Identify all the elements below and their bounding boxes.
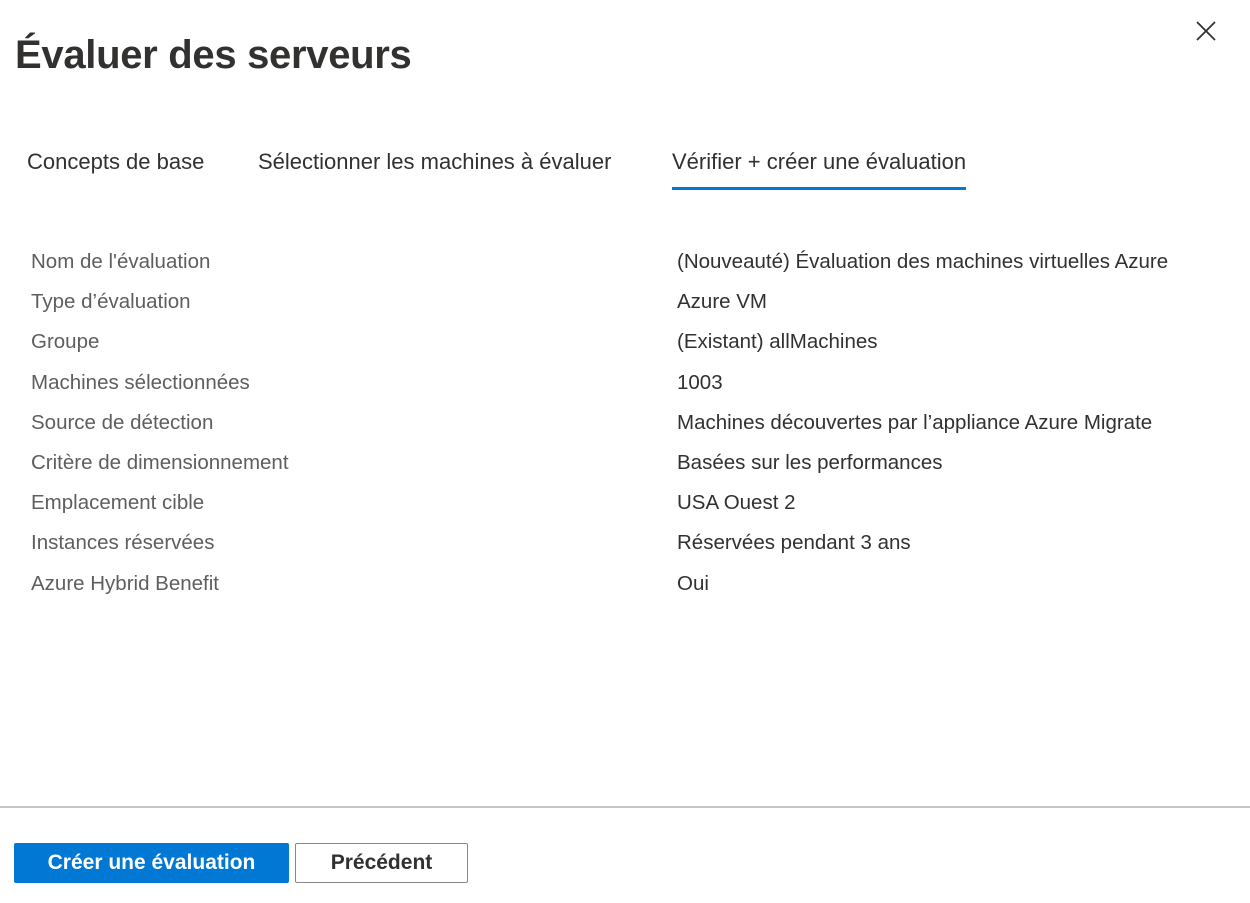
summary-value: (Existant) allMachines xyxy=(677,330,878,354)
summary-value: USA Ouest 2 xyxy=(677,491,796,515)
summary-label: Azure Hybrid Benefit xyxy=(31,571,220,595)
summary-value: Oui xyxy=(677,571,709,595)
tab-verifier-creer[interactable]: Vérifier + créer une évaluation xyxy=(672,146,967,190)
tab-selectionner-machines[interactable]: Sélectionner les machines à évaluer xyxy=(258,146,611,178)
summary-value: Azure VM xyxy=(677,290,767,314)
summary-row: Nom de l'évaluation (Nouveauté) Évaluati… xyxy=(31,245,1231,285)
summary-value: Machines découvertes par l’appliance Azu… xyxy=(677,410,1153,434)
summary-value: (Nouveauté) Évaluation des machines virt… xyxy=(677,250,1169,273)
summary-value: Basées sur les performances xyxy=(677,450,943,474)
summary-label: Groupe xyxy=(31,330,100,354)
summary-row: Source de détection Machines découvertes… xyxy=(31,406,1231,446)
create-assessment-button[interactable]: Créer une évaluation xyxy=(14,843,289,883)
summary-row: Type d’évaluation Azure VM xyxy=(31,285,1231,325)
summary-row: Machines sélectionnées 1003 xyxy=(31,366,1231,406)
summary-row: Groupe (Existant) allMachines xyxy=(31,325,1231,365)
summary-label: Source de détection xyxy=(31,410,214,434)
summary-value: Réservées pendant 3 ans xyxy=(677,531,911,555)
summary-row: Emplacement cible USA Ouest 2 xyxy=(31,486,1231,526)
summary-label: Emplacement cible xyxy=(31,491,205,515)
page-title: Évaluer des serveurs xyxy=(15,32,412,77)
tab-concepts-de-base[interactable]: Concepts de base xyxy=(27,146,204,178)
review-summary: Nom de l'évaluation (Nouveauté) Évaluati… xyxy=(31,245,1231,607)
close-icon xyxy=(1196,21,1216,41)
summary-row: Azure Hybrid Benefit Oui xyxy=(31,567,1231,607)
summary-label: Type d’évaluation xyxy=(31,290,191,314)
summary-label: Instances réservées xyxy=(31,531,215,555)
summary-label: Critère de dimensionnement xyxy=(31,450,289,474)
footer-divider xyxy=(0,806,1250,808)
summary-row: Critère de dimensionnement Basées sur le… xyxy=(31,446,1231,486)
close-button[interactable] xyxy=(1186,11,1226,51)
previous-button[interactable]: Précédent xyxy=(295,843,468,883)
summary-row: Instances réservées Réservées pendant 3 … xyxy=(31,526,1231,566)
summary-label: Nom de l'évaluation xyxy=(31,250,211,273)
summary-label: Machines sélectionnées xyxy=(31,370,250,394)
summary-value: 1003 xyxy=(677,370,723,394)
